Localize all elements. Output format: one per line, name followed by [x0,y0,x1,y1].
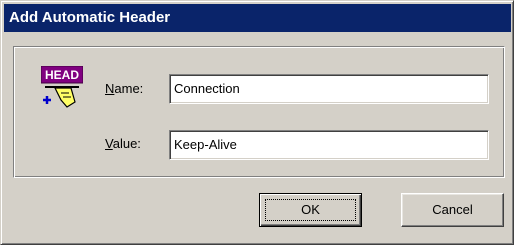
header-icon-badge-text: HEAD [45,68,79,82]
cancel-button-label: Cancel [432,202,473,217]
value-label: Value: [105,136,141,151]
name-label-text: ame: [114,81,144,96]
header-icon: HEAD [41,66,83,108]
ok-button[interactable]: OK [259,193,362,227]
name-input[interactable]: Connection [169,74,489,104]
cancel-button[interactable]: Cancel [401,193,504,227]
value-label-text: alue: [112,136,141,151]
add-automatic-header-dialog: Add Automatic Header HEAD Name: Connecti… [0,0,514,245]
value-label-accelerator: V [105,136,113,151]
name-label: Name: [105,81,143,96]
ok-button-label: OK [301,202,320,217]
value-input[interactable]: Keep-Alive [169,130,489,160]
name-label-accelerator: N [105,81,115,96]
dialog-title: Add Automatic Header [4,4,511,32]
